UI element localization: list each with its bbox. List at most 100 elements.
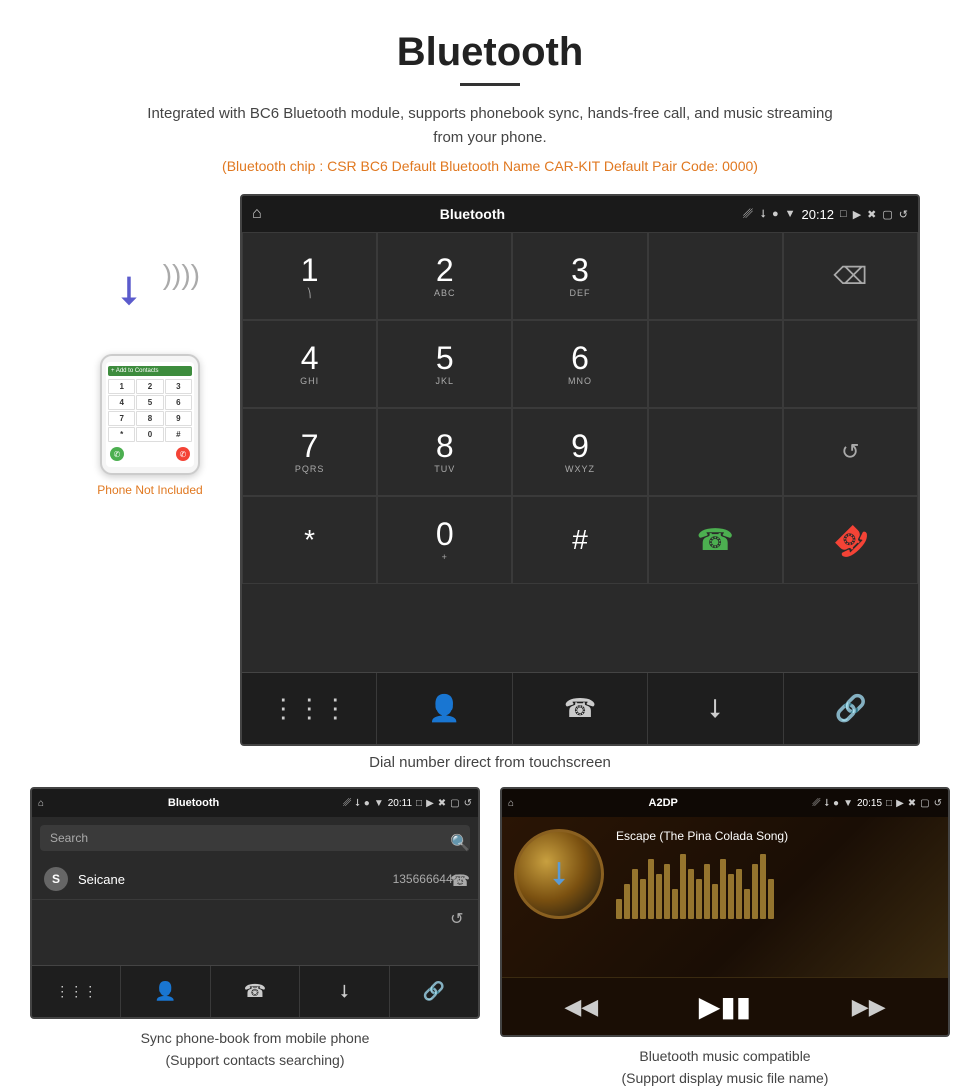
search-side-icon[interactable]: 🔍 xyxy=(450,833,470,853)
page-description: Integrated with BC6 Bluetooth module, su… xyxy=(140,102,840,150)
nav-bluetooth[interactable]: ⭣ xyxy=(648,673,783,744)
phone-not-included-label: Phone Not Included xyxy=(97,483,202,497)
phone-bottom-bar: ✆ ✆ xyxy=(108,445,192,463)
page-title: Bluetooth xyxy=(20,30,960,75)
pb-nav-contacts[interactable]: 👤 xyxy=(121,966,210,1017)
usb-icon: ␥ xyxy=(743,207,753,222)
prev-track-button[interactable]: ◀◀ xyxy=(564,994,598,1020)
play-pause-button[interactable]: ▶▮▮ xyxy=(699,990,751,1023)
album-art: ⭣ xyxy=(514,829,604,919)
viz-bar xyxy=(664,864,670,919)
contact-row[interactable]: S Seicane 13566664466 xyxy=(32,859,478,900)
pb-loc-icon: ● xyxy=(364,798,370,809)
music-usb-icon: ␥ xyxy=(812,798,820,809)
pb-win-icon[interactable]: ▢ xyxy=(450,798,459,809)
pb-home-icon[interactable]: ⌂ xyxy=(38,798,44,809)
nav-dialpad[interactable]: ⋮⋮⋮ xyxy=(242,673,377,744)
phone-key: 5 xyxy=(136,395,163,410)
key-1[interactable]: 1⎞ xyxy=(242,232,377,320)
key-0[interactable]: 0+ xyxy=(377,496,512,584)
phone-key: 7 xyxy=(108,411,135,426)
viz-bar xyxy=(704,864,710,919)
volume-icon[interactable]: ▶ xyxy=(853,208,861,221)
pb-status-time: 20:11 xyxy=(388,798,412,809)
phone-key: 9 xyxy=(165,411,192,426)
key-star[interactable]: * xyxy=(242,496,377,584)
key-6[interactable]: 6MNO xyxy=(512,320,647,408)
refresh-side-icon[interactable]: ↺ xyxy=(450,909,470,929)
key-backspace[interactable]: ⌫ xyxy=(783,232,918,320)
title-underline xyxy=(460,83,520,86)
pb-nav-link[interactable]: 🔗 xyxy=(390,966,478,1017)
phonebook-col: ⌂ Bluetooth ␥ ⭣ ● ▼ 20:11 □ ▶ ✖ ▢ ↺ Sear… xyxy=(30,787,480,1090)
car-nav-bar: ⋮⋮⋮ 👤 ☎ ⭣ 🔗 xyxy=(242,672,918,744)
status-right: ⭣ ● ▼ 20:12 □ ▶ ✖ ▢ ↺ xyxy=(761,207,908,222)
music-win-icon[interactable]: ▢ xyxy=(920,798,929,809)
music-sig-icon: ▼ xyxy=(843,798,853,809)
pb-close-icon[interactable]: ✖ xyxy=(438,798,446,809)
call-side-icon[interactable]: ☎ xyxy=(450,871,470,891)
key-hash[interactable]: # xyxy=(512,496,647,584)
music-vol-icon[interactable]: ▶ xyxy=(896,798,904,809)
pb-cam-icon[interactable]: □ xyxy=(416,798,422,809)
viz-bar xyxy=(656,874,662,919)
key-empty-4 xyxy=(648,408,783,496)
viz-bar xyxy=(624,884,630,919)
camera-icon[interactable]: □ xyxy=(840,208,847,220)
key-2[interactable]: 2ABC xyxy=(377,232,512,320)
phone-key: 1 xyxy=(108,379,135,394)
nav-phone[interactable]: ☎ xyxy=(513,673,648,744)
pb-status-title: Bluetooth xyxy=(48,797,339,809)
music-close-icon[interactable]: ✖ xyxy=(908,798,916,809)
viz-bar xyxy=(688,869,694,919)
pb-nav-phone[interactable]: ☎ xyxy=(211,966,300,1017)
phonebook-area: Search S Seicane 13566664466 🔍 ☎ ↺ xyxy=(32,825,478,965)
key-3[interactable]: 3DEF xyxy=(512,232,647,320)
page-header: Bluetooth Integrated with BC6 Bluetooth … xyxy=(0,0,980,194)
search-placeholder: Search xyxy=(50,831,88,845)
search-bar[interactable]: Search xyxy=(40,825,470,851)
phone-screen: + Add to Contacts 1 2 3 4 5 6 7 8 9 * 0 … xyxy=(106,362,194,467)
music-back-icon[interactable]: ↺ xyxy=(934,798,942,809)
viz-bar xyxy=(672,889,678,919)
music-visualizer xyxy=(616,849,936,919)
key-9[interactable]: 9WXYZ xyxy=(512,408,647,496)
phone-key: 8 xyxy=(136,411,163,426)
pb-nav-dialpad[interactable]: ⋮⋮⋮ xyxy=(32,966,121,1017)
key-refresh[interactable]: ↺ xyxy=(783,408,918,496)
bottom-screenshots: ⌂ Bluetooth ␥ ⭣ ● ▼ 20:11 □ ▶ ✖ ▢ ↺ Sear… xyxy=(0,787,980,1090)
nav-link[interactable]: 🔗 xyxy=(784,673,918,744)
viz-bar xyxy=(648,859,654,919)
pb-back-icon[interactable]: ↺ xyxy=(464,798,472,809)
viz-bar xyxy=(760,854,766,919)
pb-nav-bar: ⋮⋮⋮ 👤 ☎ ⭣ 🔗 xyxy=(32,965,478,1017)
contact-name: Seicane xyxy=(78,872,393,887)
key-empty-3 xyxy=(783,320,918,408)
music-status-time: 20:15 xyxy=(857,798,882,809)
music-cam-icon[interactable]: □ xyxy=(886,798,892,809)
key-8[interactable]: 8TUV xyxy=(377,408,512,496)
back-icon[interactable]: ↺ xyxy=(899,208,908,221)
key-call-green[interactable]: ☎ xyxy=(648,496,783,584)
key-call-red[interactable]: ☎ xyxy=(783,496,918,584)
window-icon[interactable]: ▢ xyxy=(882,208,892,221)
pb-nav-bluetooth[interactable]: ⭣ xyxy=(300,966,389,1017)
close-icon[interactable]: ✖ xyxy=(867,208,876,221)
nav-contacts[interactable]: 👤 xyxy=(377,673,512,744)
pb-vol-icon[interactable]: ▶ xyxy=(426,798,434,809)
song-title: Escape (The Pina Colada Song) xyxy=(616,829,936,843)
music-home-icon[interactable]: ⌂ xyxy=(508,798,514,809)
viz-bar xyxy=(680,854,686,919)
next-track-button[interactable]: ▶▶ xyxy=(852,994,886,1020)
phone-top-bar: + Add to Contacts xyxy=(108,366,192,376)
key-4[interactable]: 4GHI xyxy=(242,320,377,408)
wifi-waves-icon: )))) xyxy=(163,259,200,291)
bt-symbol-container: )))) ⭣ xyxy=(110,254,190,334)
bluetooth-icon: ⭣ xyxy=(120,269,139,314)
key-7[interactable]: 7PQRS xyxy=(242,408,377,496)
phonebook-caption: Sync phone-book from mobile phone (Suppo… xyxy=(141,1027,370,1072)
key-5[interactable]: 5JKL xyxy=(377,320,512,408)
viz-bar xyxy=(696,879,702,919)
viz-bar xyxy=(728,874,734,919)
phonebook-screen: ⌂ Bluetooth ␥ ⭣ ● ▼ 20:11 □ ▶ ✖ ▢ ↺ Sear… xyxy=(30,787,480,1019)
